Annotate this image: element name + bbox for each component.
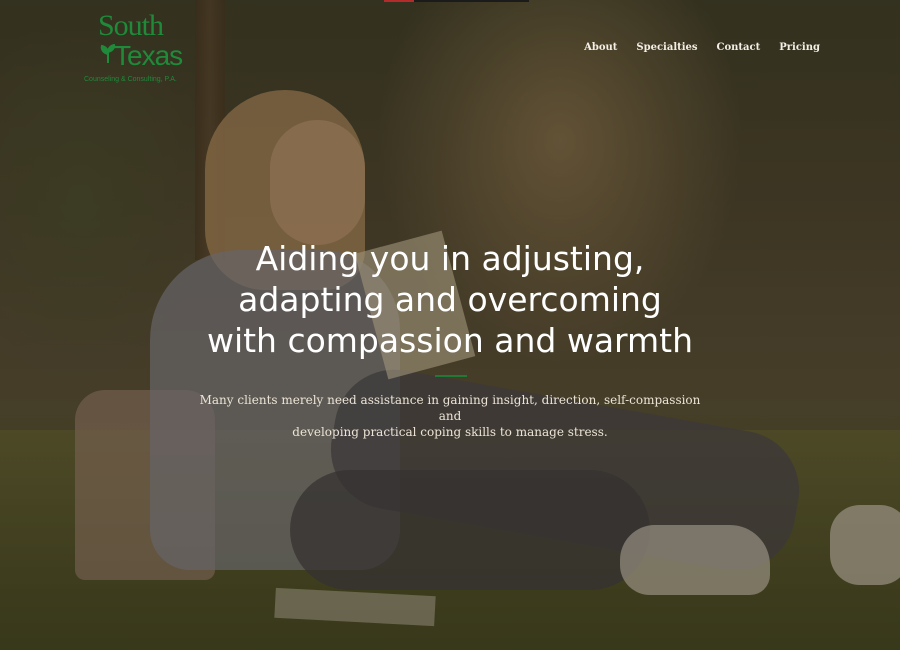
top-accent-bar xyxy=(384,0,529,2)
headline-line-3: with compassion and warmth xyxy=(206,321,694,360)
subtext-line-1: Many clients merely need assistance in g… xyxy=(199,393,701,423)
headline-divider xyxy=(435,375,467,377)
subtext-line-2: developing practical coping skills to ma… xyxy=(292,425,608,439)
headline-line-1: Aiding you in adjusting, xyxy=(255,239,645,278)
nav-contact[interactable]: Contact xyxy=(717,41,761,55)
nav-about[interactable]: About xyxy=(584,41,617,55)
nav-specialties[interactable]: Specialties xyxy=(636,41,697,55)
nav-pricing[interactable]: Pricing xyxy=(779,41,820,55)
headline-line-2: adapting and overcoming xyxy=(238,280,662,319)
main-nav: About Specialties Contact Pricing xyxy=(584,41,820,55)
logo-texas-text: Texas xyxy=(114,40,183,71)
site-logo[interactable]: South Texas Counseling & Consulting, P.A… xyxy=(84,10,214,90)
hero-headline: Aiding you in adjusting, adapting and ov… xyxy=(150,238,750,361)
logo-tagline: Counseling & Consulting, P.A. xyxy=(84,76,177,83)
logo-south-text: South xyxy=(98,9,164,42)
top-accent-red xyxy=(384,0,414,2)
hero-subtext: Many clients merely need assistance in g… xyxy=(190,392,710,440)
